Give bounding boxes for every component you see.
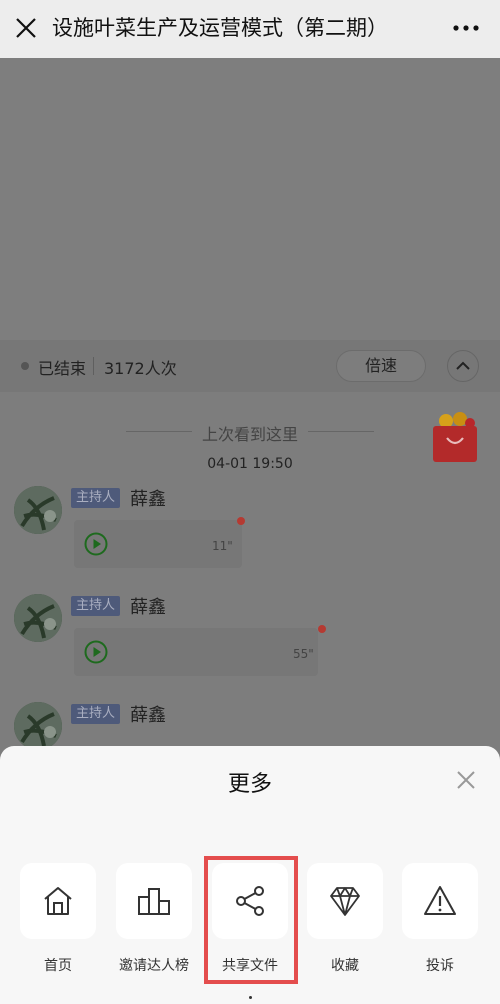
top-bar: 设施叶菜生产及运营模式（第二期）	[0, 0, 500, 58]
unread-dot	[237, 517, 245, 525]
warning-icon	[424, 886, 456, 915]
home-label: 首页	[44, 958, 72, 974]
avatar[interactable]	[14, 594, 62, 642]
voice-duration: 11"	[212, 539, 233, 553]
report-tile[interactable]	[402, 863, 478, 939]
home-indicator	[249, 996, 252, 999]
message-timestamp: 04-01 19:50	[207, 456, 293, 472]
chevron-up-icon	[456, 361, 470, 370]
page-title: 设施叶菜生产及运营模式（第二期）	[52, 16, 388, 40]
more-dots-icon[interactable]	[452, 20, 480, 36]
leaderboard-label: 邀请达人榜	[119, 958, 189, 974]
play-icon[interactable]	[84, 640, 108, 664]
host-badge: 主持人	[71, 704, 121, 724]
home-tile[interactable]	[20, 863, 96, 939]
sender-name: 薛鑫	[130, 489, 166, 510]
voice-duration: 55"	[293, 647, 314, 661]
palm-tree-avatar-icon	[14, 702, 62, 750]
chat-area	[0, 392, 500, 752]
leaderboard-icon	[138, 888, 170, 915]
avatar[interactable]	[14, 486, 62, 534]
host-badge: 主持人	[71, 596, 121, 616]
video-player[interactable]	[0, 58, 500, 340]
favorite-tile[interactable]	[307, 863, 383, 939]
palm-tree-avatar-icon	[14, 594, 62, 642]
diamond-icon	[330, 887, 360, 916]
status-dot	[21, 362, 29, 370]
host-badge: 主持人	[71, 488, 121, 508]
palm-tree-avatar-icon	[14, 486, 62, 534]
voice-message[interactable]: 11"	[74, 520, 242, 568]
home-icon	[44, 887, 72, 915]
view-count: 3172人次	[104, 359, 177, 378]
gift-bag-icon[interactable]	[430, 412, 480, 464]
collapse-button[interactable]	[447, 350, 479, 382]
sender-name: 薛鑫	[130, 705, 166, 726]
play-icon[interactable]	[84, 532, 108, 556]
close-icon[interactable]	[14, 16, 38, 40]
close-icon[interactable]	[456, 770, 476, 790]
live-status: 已结束	[38, 359, 87, 378]
sender-name: 薛鑫	[130, 597, 166, 618]
leaderboard-tile[interactable]	[116, 863, 192, 939]
voice-message[interactable]: 55"	[74, 628, 318, 676]
report-label: 投诉	[426, 958, 454, 974]
speed-button[interactable]: 倍速	[336, 350, 426, 382]
highlight-box	[204, 856, 298, 984]
favorite-label: 收藏	[331, 958, 359, 974]
sheet-title: 更多	[227, 772, 272, 797]
last-seen-label: 上次看到这里	[201, 425, 298, 444]
avatar[interactable]	[14, 702, 62, 750]
divider	[93, 357, 94, 375]
unread-dot	[318, 625, 326, 633]
